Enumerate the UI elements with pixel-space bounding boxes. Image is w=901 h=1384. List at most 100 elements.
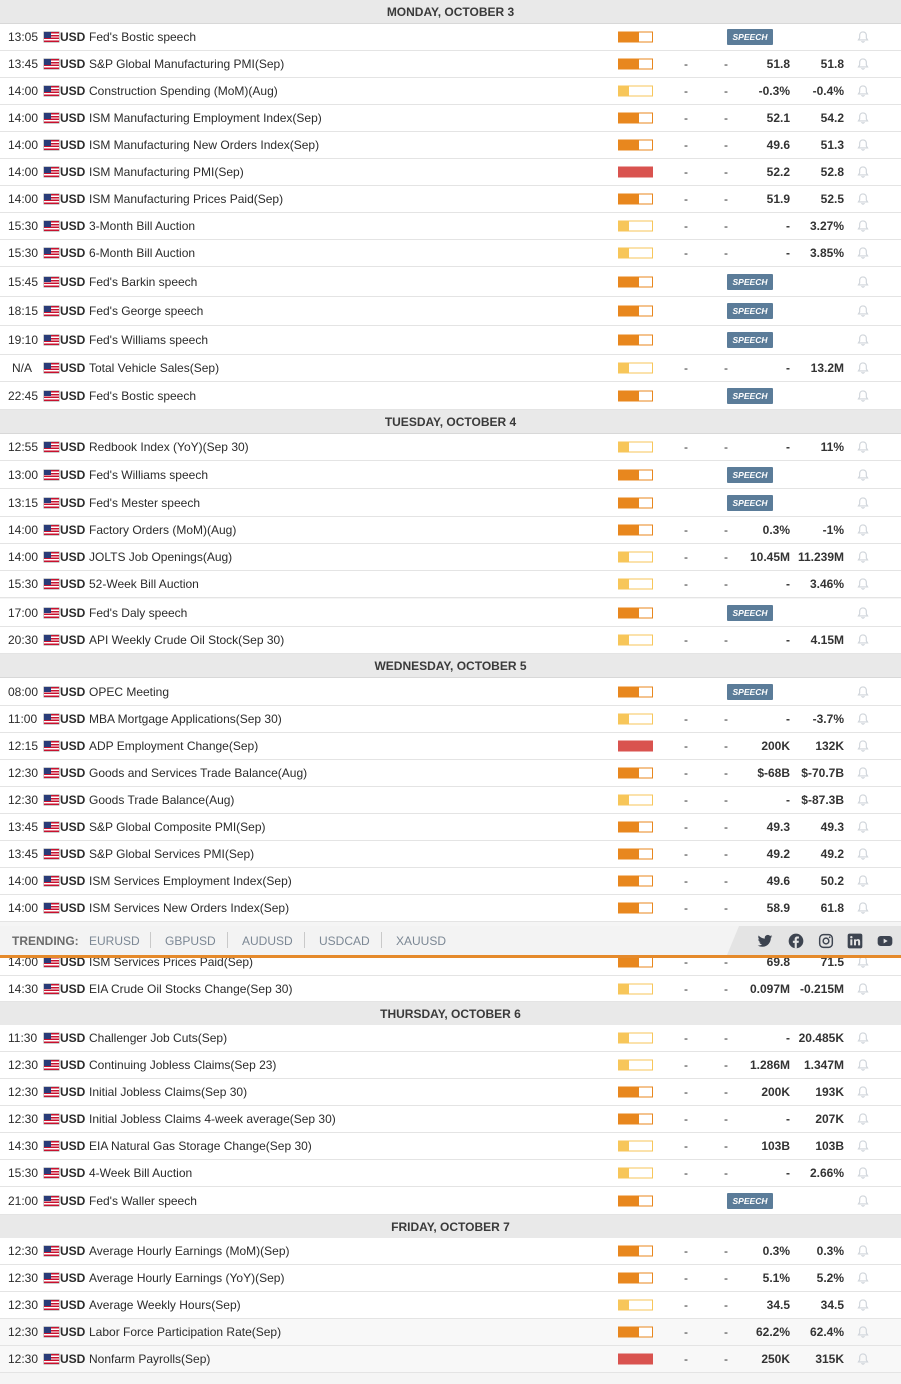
trending-link-gbpusd[interactable]: GBPUSD	[165, 934, 216, 948]
event-row[interactable]: 15:30 USD 4-Week Bill Auction - - - 2.66%	[0, 1160, 901, 1187]
event-name[interactable]: Labor Force Participation Rate(Sep)	[89, 1325, 281, 1339]
bell-icon[interactable]	[856, 1298, 870, 1312]
event-row[interactable]: 13:45 USD S&P Global Manufacturing PMI(Sep…	[0, 51, 901, 78]
bell-icon[interactable]	[856, 57, 870, 71]
event-row[interactable]: 12:30 USD Goods and Services Trade Balance…	[0, 760, 901, 787]
trending-link-eurusd[interactable]: EURUSD	[89, 934, 140, 948]
event-name[interactable]: Average Hourly Earnings (YoY)(Sep)	[89, 1271, 284, 1285]
bell-icon[interactable]	[856, 1352, 870, 1366]
event-row[interactable]: 15:30 USD 3-Month Bill Auction - - - 3.27%	[0, 213, 901, 240]
youtube-icon[interactable]	[877, 933, 893, 949]
event-row[interactable]: 12:30 USD Average Hourly Earnings (YoY)(Se…	[0, 1265, 901, 1292]
event-name[interactable]: Goods Trade Balance(Aug)	[89, 793, 234, 807]
event-row[interactable]: 14:00 USD Construction Spending (MoM)(Aug)…	[0, 78, 901, 105]
event-row[interactable]: 12:30 USD Average Hourly Earnings (MoM)(Se…	[0, 1238, 901, 1265]
event-name[interactable]: 3-Month Bill Auction	[89, 219, 195, 233]
event-row[interactable]: 14:30 USD EIA Natural Gas Storage Change(S…	[0, 1133, 901, 1160]
event-row[interactable]: 13:05 USD Fed's Bostic speech SPEECH	[0, 24, 901, 51]
event-row[interactable]: 12:30 USD Nonfarm Payrolls(Sep) - - 250K 315K	[0, 1346, 901, 1373]
event-name[interactable]: ISM Services Employment Index(Sep)	[89, 874, 292, 888]
event-name[interactable]: ISM Manufacturing Employment Index(Sep)	[89, 111, 322, 125]
event-row[interactable]: 14:00 USD ISM Services Employment Index(Se…	[0, 868, 901, 895]
event-row[interactable]: 14:00 USD ISM Manufacturing New Orders Ind…	[0, 132, 901, 159]
event-row[interactable]: 12:30 USD Continuing Jobless Claims(Sep 23…	[0, 1052, 901, 1079]
event-row[interactable]: 13:15 USD Fed's Mester speech SPEECH	[0, 489, 901, 517]
event-row[interactable]: 14:00 USD ISM Manufacturing PMI(Sep) - - 52.2…	[0, 159, 901, 186]
event-row[interactable]: 15:30 USD 52-Week Bill Auction - - - 3.46%	[0, 571, 901, 598]
event-row[interactable]: 12:15 USD ADP Employment Change(Sep) - - 200K…	[0, 733, 901, 760]
bell-icon[interactable]	[856, 633, 870, 647]
event-row[interactable]: 18:15 USD Fed's George speech SPEECH	[0, 297, 901, 326]
event-name[interactable]: Fed's Bostic speech	[89, 389, 196, 403]
linkedin-icon[interactable]	[847, 933, 863, 949]
event-row[interactable]: 19:10 USD Fed's Williams speech SPEECH	[0, 326, 901, 355]
bell-icon[interactable]	[856, 192, 870, 206]
event-name[interactable]: ADP Employment Change(Sep)	[89, 739, 258, 753]
bell-icon[interactable]	[856, 1244, 870, 1258]
event-name[interactable]: ISM Manufacturing Prices Paid(Sep)	[89, 192, 283, 206]
event-row[interactable]: 12:30 USD Average Weekly Hours(Sep) - - 34.5 3…	[0, 1292, 901, 1319]
event-name[interactable]: Fed's Bostic speech	[89, 30, 196, 44]
bell-icon[interactable]	[856, 440, 870, 454]
event-name[interactable]: Nonfarm Payrolls(Sep)	[89, 1352, 210, 1366]
bell-icon[interactable]	[856, 685, 870, 699]
event-row[interactable]: 15:45 USD Fed's Barkin speech SPEECH	[0, 267, 901, 297]
bell-icon[interactable]	[856, 1058, 870, 1072]
bell-icon[interactable]	[856, 820, 870, 834]
bell-icon[interactable]	[856, 874, 870, 888]
event-name[interactable]: Fed's Daly speech	[89, 606, 187, 620]
event-row[interactable]: 14:00 USD ISM Manufacturing Prices Paid(Se…	[0, 186, 901, 213]
event-row[interactable]: 12:30 USD Goods Trade Balance(Aug) - - - $-87.…	[0, 787, 901, 814]
trending-link-audusd[interactable]: AUDUSD	[242, 934, 293, 948]
instagram-icon[interactable]	[818, 933, 834, 949]
event-row[interactable]: 20:30 USD API Weekly Crude Oil Stock(Sep 3…	[0, 627, 901, 654]
event-name[interactable]: 6-Month Bill Auction	[89, 246, 195, 260]
twitter-icon[interactable]	[757, 933, 773, 949]
event-name[interactable]: Initial Jobless Claims(Sep 30)	[89, 1085, 247, 1099]
event-name[interactable]: S&P Global Services PMI(Sep)	[89, 847, 254, 861]
bell-icon[interactable]	[856, 496, 870, 510]
event-name[interactable]: ISM Services New Orders Index(Sep)	[89, 901, 289, 915]
bell-icon[interactable]	[856, 84, 870, 98]
bell-icon[interactable]	[856, 1031, 870, 1045]
event-name[interactable]: Factory Orders (MoM)(Aug)	[89, 523, 236, 537]
bell-icon[interactable]	[856, 793, 870, 807]
event-row[interactable]: 12:55 USD Redbook Index (YoY)(Sep 30) - - - 11…	[0, 434, 901, 461]
event-name[interactable]: OPEC Meeting	[89, 685, 169, 699]
bell-icon[interactable]	[856, 766, 870, 780]
event-name[interactable]: API Weekly Crude Oil Stock(Sep 30)	[89, 633, 284, 647]
event-name[interactable]: Initial Jobless Claims 4-week average(Se…	[89, 1112, 336, 1126]
bell-icon[interactable]	[856, 1325, 870, 1339]
event-row[interactable]: 13:45 USD S&P Global Composite PMI(Sep) - - 4…	[0, 814, 901, 841]
facebook-icon[interactable]	[788, 933, 804, 949]
event-name[interactable]: ISM Manufacturing New Orders Index(Sep)	[89, 138, 319, 152]
event-name[interactable]: S&P Global Manufacturing PMI(Sep)	[89, 57, 284, 71]
bell-icon[interactable]	[856, 219, 870, 233]
event-name[interactable]: 52-Week Bill Auction	[89, 577, 199, 591]
bell-icon[interactable]	[856, 550, 870, 564]
event-row[interactable]: 14:00 USD JOLTS Job Openings(Aug) - - 10.45M 1…	[0, 544, 901, 571]
event-row[interactable]: N/A USD Total Vehicle Sales(Sep) - - - 13.2M	[0, 355, 901, 382]
bell-icon[interactable]	[856, 901, 870, 915]
bell-icon[interactable]	[856, 739, 870, 753]
bell-icon[interactable]	[856, 111, 870, 125]
bell-icon[interactable]	[856, 1085, 870, 1099]
bell-icon[interactable]	[856, 275, 870, 289]
event-row[interactable]: 11:00 USD MBA Mortgage Applications(Sep 30…	[0, 706, 901, 733]
bell-icon[interactable]	[856, 982, 870, 996]
bell-icon[interactable]	[856, 523, 870, 537]
event-name[interactable]: S&P Global Composite PMI(Sep)	[89, 820, 266, 834]
bell-icon[interactable]	[856, 1166, 870, 1180]
event-name[interactable]: Continuing Jobless Claims(Sep 23)	[89, 1058, 276, 1072]
event-row[interactable]: 12:30 USD Initial Jobless Claims 4-week av…	[0, 1106, 901, 1133]
bell-icon[interactable]	[856, 138, 870, 152]
event-name[interactable]: Fed's Williams speech	[89, 468, 208, 482]
bell-icon[interactable]	[856, 712, 870, 726]
event-row[interactable]: 11:30 USD Challenger Job Cuts(Sep) - - -20.48…	[0, 1025, 901, 1052]
event-name[interactable]: Fed's Barkin speech	[89, 275, 197, 289]
bell-icon[interactable]	[856, 1194, 870, 1208]
bell-icon[interactable]	[856, 847, 870, 861]
event-name[interactable]: Redbook Index (YoY)(Sep 30)	[89, 440, 249, 454]
bell-icon[interactable]	[856, 333, 870, 347]
event-row[interactable]: 17:00 USD Fed's Daly speech SPEECH	[0, 599, 901, 627]
